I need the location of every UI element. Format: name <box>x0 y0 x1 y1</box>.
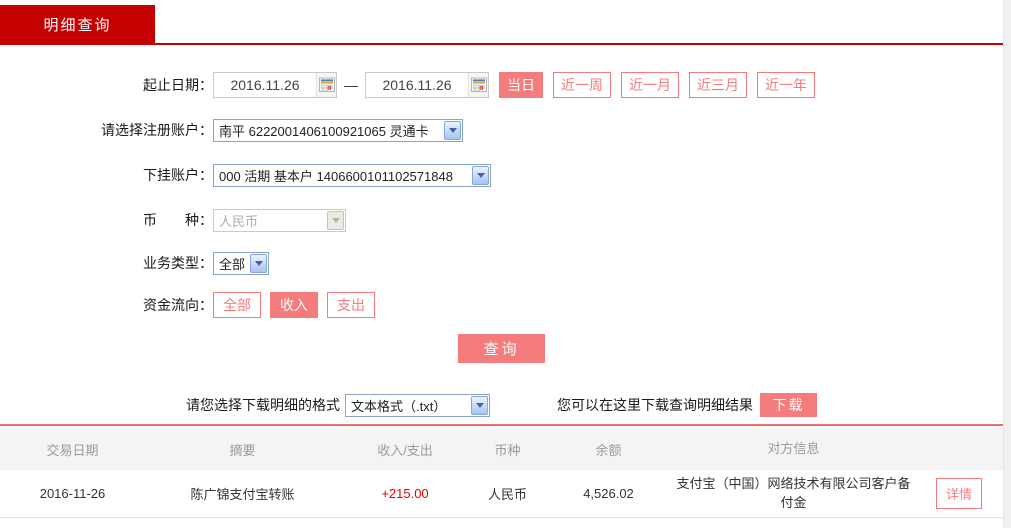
date-range-separator: — <box>344 77 358 93</box>
header-income-expense: 收入/支出 <box>340 440 470 459</box>
table-header-row: 交易日期 摘要 收入/支出 币种 余额 对方信息 <box>0 428 1003 470</box>
register-account-value: 南平 6222001406100921065 灵通卡 <box>214 121 443 140</box>
fund-flow-all-button[interactable]: 全部 <box>213 292 261 318</box>
cell-action: 详情 <box>915 478 1003 509</box>
download-button[interactable]: 下载 <box>760 393 817 417</box>
sub-account-value: 000 活期 基本户 1406600101102571848 <box>214 166 471 185</box>
date-range-row: 起止日期： <box>0 72 1003 98</box>
tab-bar: 明细查询 <box>0 0 1003 45</box>
fund-flow-label: 资金流向： <box>0 295 213 315</box>
query-button[interactable]: 查询 <box>458 334 545 363</box>
fund-flow-income-button[interactable]: 收入 <box>270 292 318 318</box>
cell-summary: 陈广锦支付宝转账 <box>145 484 340 503</box>
quick-range-year-button[interactable]: 近一年 <box>757 72 815 98</box>
header-trade-date: 交易日期 <box>0 440 145 459</box>
cell-counterparty: 支付宝（中国）网络技术有限公司客户备付金 <box>672 475 915 513</box>
transaction-detail-query-page: 明细查询 起止日期： <box>0 0 1011 528</box>
tab-detail-query[interactable]: 明细查询 <box>0 5 155 43</box>
tab-underline <box>0 43 1003 45</box>
business-type-select[interactable]: 全部 <box>213 252 269 275</box>
chevron-down-icon <box>327 211 344 230</box>
fund-flow-expense-button[interactable]: 支出 <box>327 292 375 318</box>
register-account-row: 请选择注册账户： 南平 6222001406100921065 灵通卡 <box>0 117 1003 143</box>
download-format-value: 文本格式（.txt） <box>346 396 470 415</box>
page-right-gutter <box>1003 0 1011 528</box>
quick-range-month-button[interactable]: 近一月 <box>621 72 679 98</box>
header-counterparty: 对方信息 <box>672 440 915 459</box>
start-date-calendar-icon[interactable] <box>316 73 336 97</box>
download-format-select[interactable]: 文本格式（.txt） <box>345 394 490 417</box>
download-row: 请您选择下载明细的格式 文本格式（.txt） 您可以在这里下载查询明细结果 下载 <box>0 392 1003 418</box>
query-form: 起止日期： <box>0 45 1003 418</box>
sub-account-label: 下挂账户： <box>0 165 213 185</box>
detail-button[interactable]: 详情 <box>936 478 982 509</box>
start-date-input[interactable] <box>214 77 316 93</box>
date-range-label: 起止日期： <box>0 75 213 95</box>
header-balance: 余额 <box>545 440 672 459</box>
currency-row: 币 种： 人民币 <box>0 207 1003 233</box>
download-format-label: 请您选择下载明细的格式 <box>186 395 340 415</box>
business-type-label: 业务类型： <box>0 253 213 273</box>
query-button-row: 查询 <box>0 334 1003 363</box>
quick-range-quarter-button[interactable]: 近三月 <box>689 72 747 98</box>
result-divider <box>0 424 1003 426</box>
cell-currency: 人民币 <box>470 484 545 503</box>
chevron-down-icon <box>444 121 461 140</box>
end-date-field[interactable] <box>365 72 489 98</box>
cell-balance: 4,526.02 <box>545 486 672 501</box>
currency-label: 币 种： <box>0 210 213 230</box>
end-date-calendar-icon[interactable] <box>468 73 488 97</box>
sub-account-row: 下挂账户： 000 活期 基本户 1406600101102571848 <box>0 162 1003 188</box>
table-row: 2016-11-26 陈广锦支付宝转账 +215.00 人民币 4,526.02… <box>0 470 1003 518</box>
business-type-value: 全部 <box>214 254 249 273</box>
end-date-input[interactable] <box>366 77 468 93</box>
chevron-down-icon <box>250 254 267 273</box>
header-summary: 摘要 <box>145 440 340 459</box>
cell-trade-date: 2016-11-26 <box>0 486 145 501</box>
business-type-row: 业务类型： 全部 <box>0 250 1003 276</box>
register-account-select[interactable]: 南平 6222001406100921065 灵通卡 <box>213 119 463 142</box>
cell-amount: +215.00 <box>340 486 470 501</box>
chevron-down-icon <box>472 166 489 185</box>
sub-account-select[interactable]: 000 活期 基本户 1406600101102571848 <box>213 164 491 187</box>
quick-range-today-button[interactable]: 当日 <box>499 72 543 98</box>
register-account-label: 请选择注册账户： <box>0 120 213 140</box>
currency-value: 人民币 <box>214 211 326 230</box>
start-date-field[interactable] <box>213 72 337 98</box>
quick-range-week-button[interactable]: 近一周 <box>553 72 611 98</box>
currency-select: 人民币 <box>213 209 346 232</box>
download-hint-text: 您可以在这里下载查询明细结果 <box>557 395 753 415</box>
chevron-down-icon <box>471 396 488 415</box>
fund-flow-row: 资金流向： 全部 收入 支出 <box>0 292 1003 318</box>
header-currency: 币种 <box>470 440 545 459</box>
